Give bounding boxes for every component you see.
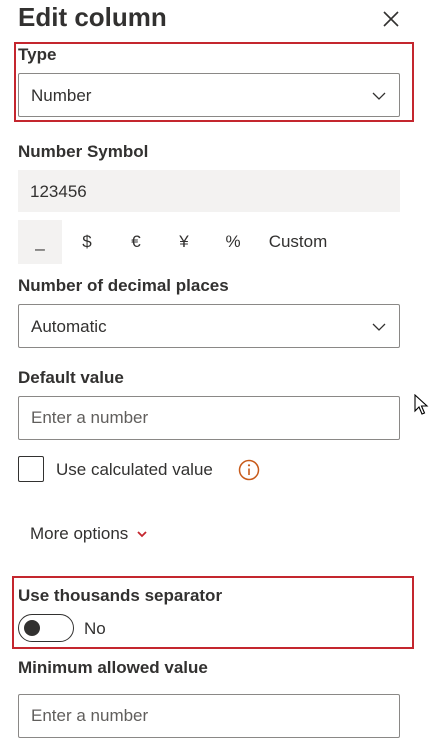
- symbol-option-percent[interactable]: %: [208, 220, 258, 264]
- more-options-label: More options: [30, 524, 129, 543]
- use-calculated-value-label: Use calculated value: [56, 460, 213, 479]
- close-button[interactable]: [378, 6, 404, 32]
- chevron-down-icon: [137, 531, 147, 538]
- symbol-option-none[interactable]: _: [18, 220, 62, 264]
- decimal-places-label: Number of decimal places: [18, 276, 229, 295]
- default-value-input[interactable]: [19, 397, 399, 439]
- symbol-option-custom[interactable]: Custom: [258, 220, 338, 264]
- number-symbol-options: _ $ € ¥ % Custom: [18, 220, 338, 264]
- decimal-places-dropdown[interactable]: Automatic: [18, 304, 400, 348]
- panel-title: Edit column: [18, 2, 167, 32]
- use-calculated-value-checkbox[interactable]: [18, 456, 44, 482]
- type-dropdown[interactable]: Number: [18, 73, 400, 117]
- number-symbol-preview-value: 123456: [30, 182, 87, 201]
- minimum-value-input[interactable]: [19, 695, 399, 737]
- close-icon: [383, 11, 399, 27]
- number-symbol-preview: 123456: [18, 170, 400, 212]
- chevron-down-icon: [372, 92, 386, 100]
- chevron-down-icon: [372, 323, 386, 331]
- thousands-separator-toggle[interactable]: [18, 614, 74, 642]
- type-label: Type: [18, 45, 57, 64]
- info-icon[interactable]: [238, 459, 260, 481]
- thousands-separator-label: Use thousands separator: [18, 586, 223, 605]
- minimum-value-field: [18, 694, 400, 738]
- mouse-pointer-icon: [414, 394, 429, 415]
- thousands-separator-state: No: [84, 619, 106, 638]
- symbol-option-yen[interactable]: ¥: [160, 220, 208, 264]
- more-options-button[interactable]: More options: [30, 524, 148, 544]
- default-value-label: Default value: [18, 368, 124, 387]
- symbol-option-dollar[interactable]: $: [62, 220, 112, 264]
- minimum-value-label: Minimum allowed value: [18, 658, 208, 677]
- decimal-places-value: Automatic: [31, 317, 107, 336]
- number-symbol-label: Number Symbol: [18, 142, 149, 161]
- default-value-field: [18, 396, 400, 440]
- type-dropdown-value: Number: [31, 86, 92, 105]
- toggle-knob: [24, 620, 40, 636]
- symbol-option-euro[interactable]: €: [112, 220, 160, 264]
